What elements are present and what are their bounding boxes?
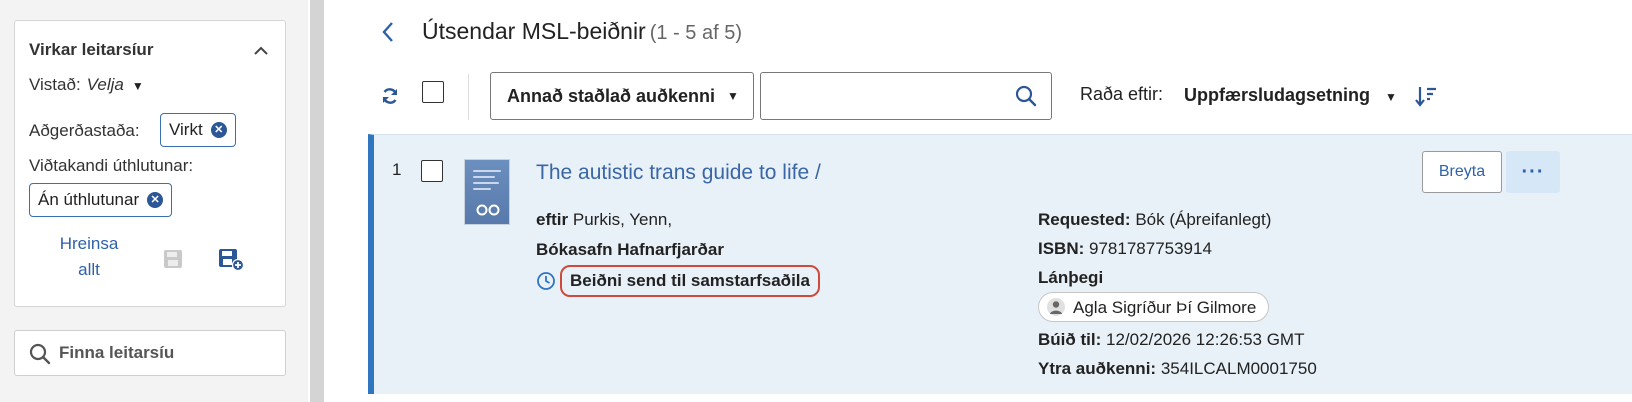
result-left-details: eftir Purkis, Yenn, Bókasafn Hafnarfjarð… [536, 205, 820, 297]
requested-value: Bók (Áþreifanlegt) [1135, 210, 1272, 229]
borrower-name: Agla Sigríður Þí Gilmore [1073, 297, 1257, 317]
active-filters-title: Virkar leitarsíur [29, 40, 154, 59]
sort-label: Raða eftir: [1080, 84, 1164, 104]
borrower-line: Agla Sigríður Þí Gilmore [1038, 292, 1317, 325]
result-row[interactable]: 1 The autistic trans guide to life / eft… [368, 134, 1632, 394]
clock-icon [537, 272, 555, 290]
clear-all-link[interactable]: Hreinsa allt [49, 231, 129, 283]
infinity-icon [476, 204, 500, 216]
result-index: 1 [392, 160, 402, 179]
assignee-filter-label: Viðtakandi úthlutunar: [29, 156, 194, 175]
author-name: Purkis, Yenn, [572, 210, 673, 229]
created-label: Búið til: [1038, 330, 1102, 349]
cover-line [473, 188, 491, 190]
remove-chip-icon[interactable]: ✕ [210, 122, 227, 138]
cover-line [473, 176, 495, 178]
active-filters-card: Virkar leitarsíur Vistað: Velja ▼ Aðgerðas… [14, 20, 286, 307]
created-value: 12/02/2026 12:26:53 GMT [1106, 330, 1305, 349]
cover-line [473, 170, 501, 172]
requested-label: Requested: [1038, 210, 1131, 229]
caret-down-icon[interactable]: ▼ [132, 79, 144, 93]
edit-button[interactable]: Breyta [1422, 151, 1502, 193]
filter-panel: Virkar leitarsíur Vistað: Velja ▼ Aðgerðas… [0, 0, 308, 402]
toolbar-divider [468, 74, 469, 120]
result-right-details: Requested: Bók (Áþreifanlegt) ISBN: 9781… [1038, 205, 1317, 383]
chevron-left-icon[interactable] [380, 20, 396, 44]
find-filter-field[interactable] [14, 330, 286, 376]
result-checkbox[interactable] [421, 160, 443, 182]
location-value[interactable]: Velja [87, 75, 124, 94]
find-filter-input[interactable] [57, 339, 277, 367]
caret-down-icon: ▼ [727, 89, 739, 103]
search-icon[interactable] [1015, 85, 1037, 107]
status-chip: Virkt ✕ [160, 113, 236, 147]
assignee-chip: Án úthlutunar ✕ [29, 183, 173, 217]
author-prefix: eftir [536, 210, 569, 229]
save-plus-icon[interactable] [218, 247, 244, 271]
book-cover-thumbnail[interactable] [464, 159, 510, 225]
status-filter-label: Aðgerðastaða: [29, 121, 140, 140]
sort-select[interactable]: Uppfærsludagsetning ▼ [1184, 85, 1397, 106]
caret-down-icon: ▼ [1385, 90, 1397, 104]
author-line: eftir Purkis, Yenn, [536, 205, 820, 235]
page-title: Útsendar MSL-beiðnir (1 - 5 af 5) [422, 18, 742, 45]
sort-descending-icon[interactable] [1414, 84, 1438, 108]
panel-divider[interactable] [310, 0, 324, 402]
sort-select-value: Uppfærsludagsetning [1184, 85, 1371, 105]
search-input[interactable] [771, 83, 1001, 109]
external-id-line: Ytra auðkenni: 354ILCALM0001750 [1038, 354, 1317, 383]
external-id-value: 354ILCALM0001750 [1160, 359, 1317, 378]
isbn-value: 9781787753914 [1089, 239, 1212, 258]
request-status: Beiðni send til samstarfsaðila [560, 265, 820, 297]
partner-library: Bókasafn Hafnarfjarðar [536, 240, 725, 259]
requested-line: Requested: Bók (Áþreifanlegt) [1038, 205, 1317, 234]
save-icon [164, 250, 182, 268]
main-content: Útsendar MSL-beiðnir (1 - 5 af 5) Annað s… [324, 0, 1632, 402]
refresh-icon[interactable] [380, 86, 400, 106]
user-icon [1047, 298, 1065, 316]
identifier-type-select[interactable]: Annað staðlað auðkenni ▼ [490, 72, 754, 120]
borrower-label: Lánþegi [1038, 268, 1104, 287]
result-count: (1 - 5 af 5) [649, 22, 742, 44]
status-chip-label: Virkt [169, 120, 203, 139]
external-id-label: Ytra auðkenni: [1038, 359, 1157, 378]
location-label: Vistað: [29, 75, 81, 94]
search-icon [29, 343, 51, 365]
identifier-type-value: Annað staðlað auðkenni [507, 85, 716, 106]
location-filter[interactable]: Vistað: Velja ▼ [29, 75, 144, 95]
search-field[interactable] [760, 72, 1052, 120]
isbn-line: ISBN: 9781787753914 [1038, 234, 1317, 263]
created-line: Búið til: 12/02/2026 12:26:53 GMT [1038, 325, 1317, 354]
isbn-label: ISBN: [1038, 239, 1085, 258]
borrower-pill[interactable]: Agla Sigríður Þí Gilmore [1038, 292, 1270, 322]
page-title-text: Útsendar MSL-beiðnir [422, 18, 646, 44]
assignee-chip-label: Án úthlutunar [38, 190, 140, 209]
select-all-checkbox[interactable] [422, 81, 444, 103]
result-title-link[interactable]: The autistic trans guide to life / [536, 161, 821, 185]
cover-line [473, 182, 499, 184]
status-line: Beiðni send til samstarfsaðila [536, 265, 820, 297]
chevron-up-icon[interactable] [251, 41, 271, 61]
remove-chip-icon[interactable]: ✕ [147, 192, 164, 208]
more-actions-button[interactable]: ··· [1506, 151, 1560, 193]
